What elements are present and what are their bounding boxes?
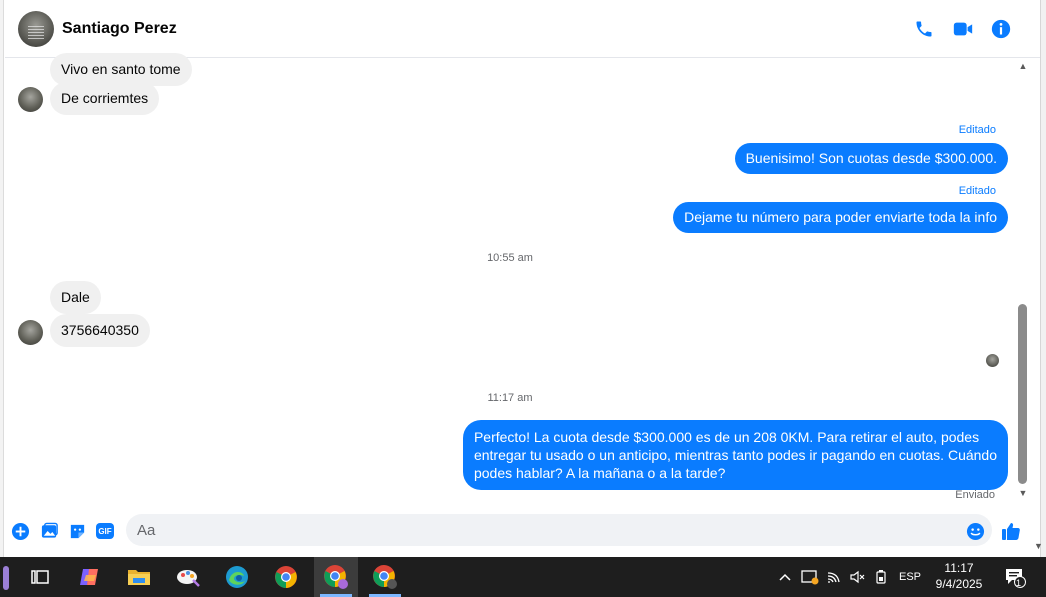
delivery-status: Enviado: [955, 489, 995, 501]
scroll-up-arrow[interactable]: ▲: [1018, 61, 1028, 71]
message-line: entregar tu usado o un anticipo, mientra…: [473, 447, 997, 463]
video-camera-icon[interactable]: [951, 17, 975, 41]
message-outgoing[interactable]: Dejame tu número para poder enviarte tod…: [673, 202, 1008, 233]
plus-icon[interactable]: [10, 521, 30, 541]
message-list[interactable]: Vivo en santo tome De corriemtes Editado…: [5, 53, 1015, 508]
scroll-down-arrow[interactable]: ▼: [1018, 488, 1028, 498]
contact-avatar[interactable]: [18, 11, 54, 47]
gif-icon[interactable]: GIF: [95, 521, 115, 541]
edited-label: Editado: [958, 185, 996, 197]
emoji-icon[interactable]: [965, 521, 985, 541]
scroll-thumb[interactable]: [1018, 304, 1027, 484]
composer-bar: GIF: [5, 508, 1035, 556]
message-outgoing[interactable]: Buenisimo! Son cuotas desde $300.000.: [734, 143, 1008, 174]
window-right-edge: [1040, 0, 1046, 557]
thumbs-up-icon[interactable]: [1001, 521, 1021, 541]
battery-icon[interactable]: [871, 557, 891, 597]
wifi-icon[interactable]: [824, 557, 844, 597]
windows-taskbar: ESP 11:17 9/4/2025 1: [0, 557, 1046, 597]
chrome-profile-2-icon[interactable]: [363, 557, 407, 597]
message-outgoing-long[interactable]: Perfecto! La cuota desde $300.000 es de …: [462, 420, 1008, 490]
clock-date: 9/4/2025: [935, 577, 983, 591]
chat-header: Santiago Perez: [5, 0, 1041, 58]
chat-scrollbar[interactable]: ▲ ▼: [1016, 58, 1030, 508]
edited-label: Editado: [958, 124, 996, 136]
message-incoming[interactable]: De corriemtes: [50, 82, 160, 115]
notifications-icon[interactable]: 1: [1002, 557, 1028, 597]
copilot-icon[interactable]: [68, 557, 112, 597]
gif-label: GIF: [96, 523, 114, 539]
message-incoming[interactable]: 3756640350: [50, 314, 150, 347]
seen-indicator-avatar: [986, 354, 999, 367]
system-clock[interactable]: 11:17 9/4/2025: [926, 560, 992, 592]
phone-icon[interactable]: [912, 17, 936, 41]
message-line: Perfecto! La cuota desde $300.000 es de …: [473, 429, 980, 445]
chrome-icon[interactable]: [264, 557, 308, 597]
paint-icon[interactable]: [166, 557, 210, 597]
show-hidden-icons-chevron-icon[interactable]: [776, 557, 794, 597]
security-tray-icon[interactable]: [799, 557, 821, 597]
message-timestamp: 11:17 am: [487, 392, 533, 404]
message-line: podes hablar? A la mañana o a la tarde?: [473, 465, 726, 481]
outer-scroll-down-arrow[interactable]: ▼: [1034, 541, 1043, 551]
photo-icon[interactable]: [39, 521, 59, 541]
volume-muted-icon[interactable]: [847, 557, 867, 597]
file-explorer-icon[interactable]: [117, 557, 161, 597]
edge-icon[interactable]: [215, 557, 259, 597]
notification-count: 1: [1016, 578, 1022, 588]
window-left-edge: [0, 0, 4, 557]
info-icon[interactable]: [989, 17, 1013, 41]
sticker-icon[interactable]: [67, 521, 87, 541]
message-incoming[interactable]: Dale: [50, 281, 101, 314]
chrome-profile-icon[interactable]: [314, 557, 358, 597]
clock-time: 11:17: [944, 561, 974, 575]
message-timestamp: 10:55 am: [487, 252, 533, 264]
contact-name[interactable]: Santiago Perez: [62, 20, 177, 38]
sender-avatar[interactable]: [18, 320, 43, 345]
language-indicator[interactable]: ESP: [896, 557, 924, 597]
sender-avatar[interactable]: [18, 87, 43, 112]
task-view-icon[interactable]: [18, 557, 62, 597]
message-input[interactable]: [126, 514, 992, 546]
